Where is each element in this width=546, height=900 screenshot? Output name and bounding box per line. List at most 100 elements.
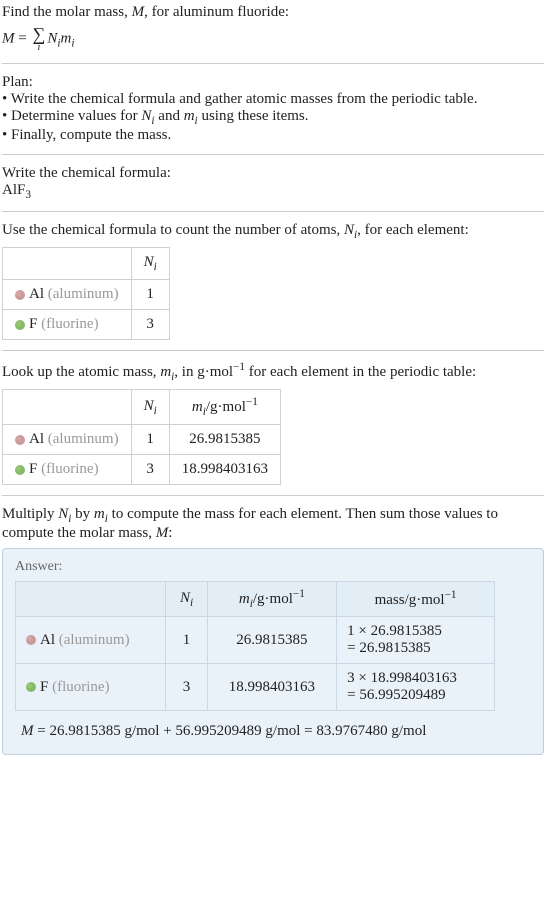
mult-m: m bbox=[94, 506, 105, 522]
aluminum-dot-icon bbox=[26, 635, 36, 645]
table-row: Al (aluminum) 1 26.9815385 1 × 26.981538… bbox=[16, 617, 495, 664]
ni-header: Ni bbox=[166, 582, 207, 617]
table-row: Al (aluminum) 1 26.9815385 bbox=[3, 425, 281, 455]
final-M-var: M bbox=[21, 723, 34, 739]
mult-post: : bbox=[168, 525, 172, 541]
al-gray: (aluminum) bbox=[44, 286, 119, 302]
divider bbox=[2, 495, 544, 496]
plan-b2-mid: and bbox=[155, 108, 184, 124]
atom-count-table: Ni Al (aluminum) 1 F (fluorine) 3 bbox=[2, 247, 170, 340]
table-row: Ni mi/g·mol−1 bbox=[3, 390, 281, 425]
divider bbox=[2, 154, 544, 155]
al-gray: (aluminum) bbox=[55, 632, 130, 648]
mi-neg1: −1 bbox=[293, 588, 305, 600]
plan-section: Plan: • Write the chemical formula and g… bbox=[2, 74, 544, 144]
f-gray: (fluorine) bbox=[37, 461, 98, 477]
mass-neg1: −1 bbox=[233, 361, 245, 373]
mass-header: mass/g·mol−1 bbox=[337, 582, 495, 617]
plan-b2-m: m bbox=[184, 108, 195, 124]
mass-post: for each element in the periodic table: bbox=[245, 364, 476, 380]
plan-b2-N: N bbox=[141, 108, 151, 124]
mi-header: mi/g·mol−1 bbox=[169, 390, 280, 425]
plan-heading: Plan: bbox=[2, 74, 544, 91]
eq-M: M bbox=[2, 30, 15, 46]
table-row: F (fluorine) 3 18.998403163 bbox=[3, 455, 281, 485]
al-n: 1 bbox=[166, 617, 207, 664]
mass-section: Look up the atomic mass, mi, in g·mol−1 … bbox=[2, 361, 544, 485]
final-molar-mass: M = 26.9815385 g/mol + 56.995209489 g/mo… bbox=[15, 723, 531, 740]
mass-m: m bbox=[160, 364, 171, 380]
multiply-heading: Multiply Ni by mi to compute the mass fo… bbox=[2, 506, 544, 542]
count-N: N bbox=[344, 222, 354, 238]
intro-text-pre: Find the molar mass, bbox=[2, 4, 132, 20]
divider bbox=[2, 350, 544, 351]
f-n: 3 bbox=[166, 664, 207, 711]
atomic-mass-table: Ni mi/g·mol−1 Al (aluminum) 1 26.9815385… bbox=[2, 389, 281, 485]
al-cell: Al (aluminum) bbox=[3, 425, 132, 455]
f-cell: F (fluorine) bbox=[16, 664, 166, 711]
mass-mid: , in g·mol bbox=[174, 364, 233, 380]
answer-label: Answer: bbox=[15, 559, 531, 575]
al-m: 26.9815385 bbox=[207, 617, 336, 664]
f-cell: F (fluorine) bbox=[3, 310, 132, 340]
al-gray: (aluminum) bbox=[44, 431, 119, 447]
al-count: 1 bbox=[131, 280, 169, 310]
al-m: 26.9815385 bbox=[169, 425, 280, 455]
chem-formula-section: Write the chemical formula: AlF3 bbox=[2, 165, 544, 201]
al-label: Al bbox=[29, 286, 44, 302]
chem-heading: Write the chemical formula: bbox=[2, 165, 544, 182]
ni-N: N bbox=[180, 590, 190, 606]
mult-pre: Multiply bbox=[2, 506, 58, 522]
molar-mass-equation: M = ∑iNimi bbox=[2, 25, 544, 53]
divider bbox=[2, 63, 544, 64]
f-count: 3 bbox=[131, 310, 169, 340]
fluorine-dot-icon bbox=[15, 465, 25, 475]
al-mass-1: 1 × 26.9815385 bbox=[347, 623, 484, 640]
sigma-icon: ∑i bbox=[32, 25, 45, 53]
mi-unit: /g·mol bbox=[253, 591, 293, 607]
count-post: , for each element: bbox=[357, 222, 469, 238]
f-m: 18.998403163 bbox=[169, 455, 280, 485]
divider bbox=[2, 211, 544, 212]
ni-i: i bbox=[154, 261, 157, 273]
mult-N: N bbox=[58, 506, 68, 522]
count-section: Use the chemical formula to count the nu… bbox=[2, 222, 544, 340]
aluminum-dot-icon bbox=[15, 435, 25, 445]
empty-header bbox=[3, 390, 132, 425]
sigma-symbol: ∑ bbox=[32, 25, 45, 43]
al-cell: Al (aluminum) bbox=[16, 617, 166, 664]
al-cell: Al (aluminum) bbox=[3, 280, 132, 310]
ni-i: i bbox=[154, 405, 157, 417]
al-label: Al bbox=[40, 632, 55, 648]
eq-i2: i bbox=[71, 37, 74, 49]
mass-neg1: −1 bbox=[445, 589, 457, 601]
plan-bullet-1: • Write the chemical formula and gather … bbox=[2, 91, 544, 108]
aluminum-dot-icon bbox=[15, 290, 25, 300]
mi-header: mi/g·mol−1 bbox=[207, 582, 336, 617]
f-gray: (fluorine) bbox=[48, 679, 109, 695]
ni-header: Ni bbox=[131, 390, 169, 425]
plan-b2-post: using these items. bbox=[198, 108, 309, 124]
sigma-lower: i bbox=[38, 43, 41, 53]
f-gray: (fluorine) bbox=[37, 316, 98, 332]
al-label: Al bbox=[29, 431, 44, 447]
ni-i: i bbox=[190, 597, 193, 609]
chem-sub3: 3 bbox=[25, 189, 31, 201]
chem-formula: AlF3 bbox=[2, 182, 544, 201]
mass-pre: Look up the atomic mass, bbox=[2, 364, 160, 380]
chem-Al: Al bbox=[2, 182, 17, 198]
f-m: 18.998403163 bbox=[207, 664, 336, 711]
intro-M: M bbox=[132, 4, 145, 20]
mi-neg1: −1 bbox=[246, 396, 258, 408]
ni-header: Ni bbox=[131, 248, 169, 280]
al-mass: 1 × 26.9815385 = 26.9815385 bbox=[337, 617, 495, 664]
intro-text-post: , for aluminum fluoride: bbox=[144, 4, 289, 20]
f-n: 3 bbox=[131, 455, 169, 485]
table-row: F (fluorine) 3 18.998403163 3 × 18.99840… bbox=[16, 664, 495, 711]
answer-box: Answer: Ni mi/g·mol−1 mass/g·mol−1 Al (a… bbox=[2, 548, 544, 755]
table-row: Ni bbox=[3, 248, 170, 280]
answer-table: Ni mi/g·mol−1 mass/g·mol−1 Al (aluminum)… bbox=[15, 581, 495, 711]
fluorine-dot-icon bbox=[15, 320, 25, 330]
al-n: 1 bbox=[131, 425, 169, 455]
ni-N: N bbox=[144, 254, 154, 270]
